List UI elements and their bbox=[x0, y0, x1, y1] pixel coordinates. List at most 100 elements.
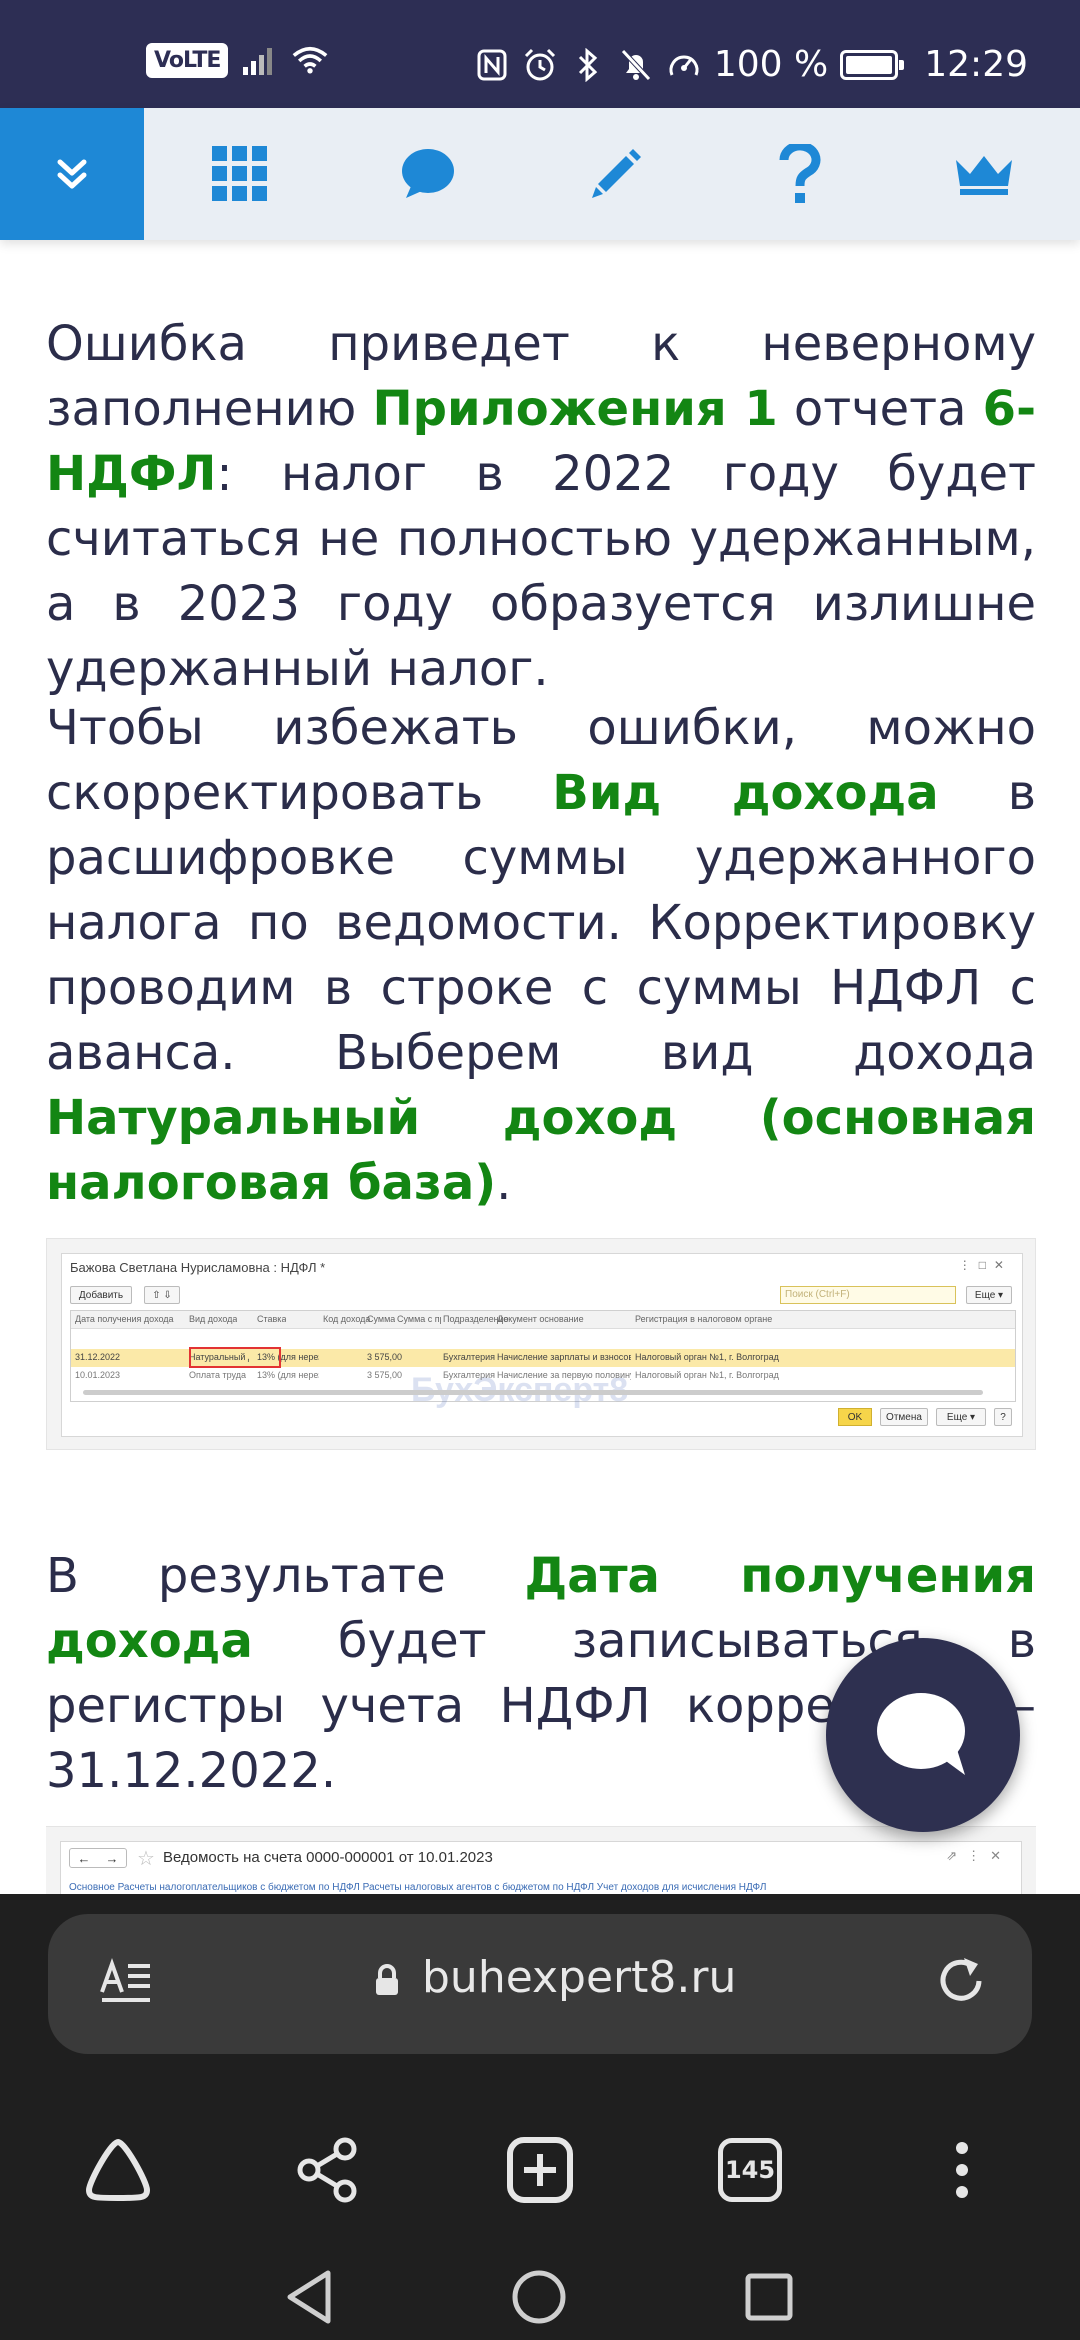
address-bar[interactable]: buhexpert8.ru bbox=[48, 1914, 1032, 2054]
battery-icon bbox=[840, 49, 905, 80]
cell: Налоговый орган №1, г. Волгоград bbox=[635, 1370, 779, 1380]
cell: Оплата труда (осн... bbox=[189, 1370, 249, 1380]
mute-bell-icon bbox=[618, 47, 654, 83]
share-icon bbox=[297, 2137, 357, 2203]
system-back-button[interactable] bbox=[274, 2262, 344, 2332]
statement-links: Основное Расчеты налогоплательщиков с бю… bbox=[69, 1882, 767, 1893]
bluetooth-icon bbox=[570, 47, 606, 83]
table-header: Дата получения дохода Вид дохода Ставка … bbox=[71, 1311, 1015, 1329]
lock-icon bbox=[374, 1964, 400, 2000]
menu-button[interactable] bbox=[922, 2130, 1002, 2210]
move-arrows-button: ⇧ ⇩ bbox=[144, 1286, 180, 1304]
alarm-icon bbox=[522, 47, 558, 83]
text: отчета bbox=[777, 381, 983, 437]
question-icon bbox=[779, 144, 821, 203]
term-income-type: Вид дохода bbox=[552, 765, 939, 821]
chat-bubble-icon bbox=[877, 1693, 965, 1775]
back-triangle-icon bbox=[287, 2270, 331, 2324]
screenshot-statement[interactable]: ← → ☆ Ведомость на счета 0000-000001 от 1… bbox=[46, 1826, 1036, 1896]
chat-button[interactable] bbox=[378, 108, 478, 240]
more-button-footer: Еще ▾ bbox=[936, 1408, 986, 1426]
window-controls: ⇗⋮✕ bbox=[946, 1848, 1011, 1863]
table-row: 10.01.2023 Оплата труда (осн... 13% (для… bbox=[71, 1367, 1015, 1385]
edit-button[interactable] bbox=[566, 108, 666, 240]
statement-title: Ведомость на счета 0000-000001 от 10.01.… bbox=[163, 1849, 493, 1866]
text: . bbox=[496, 1155, 512, 1211]
pencil-icon bbox=[592, 149, 641, 198]
new-tab-button[interactable] bbox=[500, 2130, 580, 2210]
nfc-icon bbox=[474, 47, 510, 83]
share-button[interactable] bbox=[288, 2130, 368, 2210]
url-text[interactable]: buhexpert8.ru bbox=[422, 1952, 736, 2003]
more-button: Еще ▾ bbox=[966, 1286, 1012, 1304]
home-shape-button[interactable] bbox=[78, 2130, 158, 2210]
site-toolbar bbox=[0, 108, 1080, 240]
cell: 3 575,00 bbox=[367, 1352, 403, 1362]
paragraph-error-consequence: Ошибка приведет к неверному заполнению П… bbox=[46, 312, 1036, 702]
status-left: VoLTE bbox=[146, 42, 328, 78]
link-appendix-1[interactable]: Приложения 1 bbox=[372, 381, 777, 437]
grid-icon bbox=[212, 146, 267, 201]
collapse-menu-button[interactable] bbox=[0, 108, 144, 240]
wifi-icon bbox=[292, 42, 328, 78]
cell: Налоговый орган №1, г. Волгоград bbox=[635, 1352, 779, 1362]
signal-icon bbox=[242, 42, 278, 78]
ok-button: OK bbox=[838, 1408, 872, 1426]
cell: Бухгалтерия bbox=[443, 1370, 495, 1380]
col-header: Документ основание bbox=[497, 1314, 584, 1324]
col-header: Дата получения дохода bbox=[75, 1314, 174, 1324]
cell: 3 575,00 bbox=[367, 1370, 403, 1380]
reader-mode-icon[interactable] bbox=[100, 1958, 152, 2008]
premium-button[interactable] bbox=[934, 108, 1034, 240]
ndfl-table: БухЭксперт8 Дата получения дохода Вид до… bbox=[70, 1310, 1016, 1409]
col-header: Код дохода bbox=[323, 1314, 371, 1324]
search-input: Поиск (Ctrl+F) bbox=[780, 1286, 956, 1304]
system-recents-button[interactable] bbox=[734, 2262, 804, 2332]
window-controls: ⋮□✕ bbox=[958, 1258, 1012, 1272]
form-title: Бажова Светлана Нурисламовна : НДФЛ * bbox=[70, 1260, 326, 1275]
chat-fab-button[interactable] bbox=[826, 1638, 1020, 1832]
status-right: 100 % 12:29 bbox=[474, 44, 1028, 85]
forward-arrow-icon: → bbox=[105, 1850, 119, 1866]
cell: 31.12.2022 bbox=[75, 1352, 121, 1362]
more-vert-icon bbox=[956, 2142, 968, 2198]
battery-percent: 100 % bbox=[713, 44, 829, 85]
cell: Бухгалтерия bbox=[443, 1352, 495, 1362]
grid-menu-button[interactable] bbox=[190, 108, 290, 240]
cell: Начисление зарплаты и взносов 0000-00000… bbox=[497, 1352, 631, 1362]
screenshot-ndfl-form[interactable]: Бажова Светлана Нурисламовна : НДФЛ * ⋮□… bbox=[46, 1238, 1036, 1450]
form-window: Бажова Светлана Нурисламовна : НДФЛ * ⋮□… bbox=[61, 1253, 1023, 1437]
plus-square-icon bbox=[507, 2137, 573, 2203]
col-header: Сумма bbox=[367, 1314, 396, 1324]
cell: 13% (для нерезид... bbox=[257, 1370, 319, 1380]
reload-icon[interactable] bbox=[934, 1954, 988, 2012]
col-header: Сумма с превышения bbox=[397, 1314, 441, 1324]
statement-window: ← → ☆ Ведомость на счета 0000-000001 от 1… bbox=[60, 1841, 1022, 1896]
col-header: Ставка bbox=[257, 1314, 287, 1324]
chevrons-down-icon bbox=[57, 159, 87, 189]
tab-count-badge: 145 bbox=[718, 2138, 782, 2202]
paragraph-fix-instructions: Чтобы избежать ошибки, можно скорректиро… bbox=[46, 696, 1036, 1216]
term-natural-income: Натуральный доход (основная налоговая ба… bbox=[46, 1090, 1036, 1211]
volte-badge: VoLTE bbox=[146, 42, 229, 78]
cancel-button: Отмена bbox=[880, 1408, 928, 1426]
star-icon: ☆ bbox=[137, 1848, 155, 1870]
col-header: Регистрация в налоговом органе bbox=[635, 1314, 773, 1324]
system-home-button[interactable] bbox=[504, 2262, 574, 2332]
home-circle-icon bbox=[512, 2270, 566, 2324]
chat-icon bbox=[402, 149, 454, 198]
recents-square-icon bbox=[745, 2273, 793, 2321]
cell: 10.01.2023 bbox=[75, 1370, 121, 1380]
help-button[interactable] bbox=[750, 108, 850, 240]
help-button-form: ? bbox=[994, 1408, 1012, 1426]
back-forward-nav: ← → bbox=[69, 1848, 127, 1868]
clock: 12:29 bbox=[924, 44, 1028, 85]
tabs-button[interactable]: 145 bbox=[710, 2130, 790, 2210]
back-arrow-icon: ← bbox=[77, 1850, 91, 1866]
speed-gauge-icon bbox=[666, 47, 702, 83]
add-button: Добавить bbox=[70, 1286, 132, 1304]
browser-bottom-bar: buhexpert8.ru 145 bbox=[0, 1894, 1080, 2340]
highlight-box bbox=[189, 1347, 281, 1368]
home-icon bbox=[85, 2138, 151, 2201]
crown-icon bbox=[956, 156, 1012, 195]
